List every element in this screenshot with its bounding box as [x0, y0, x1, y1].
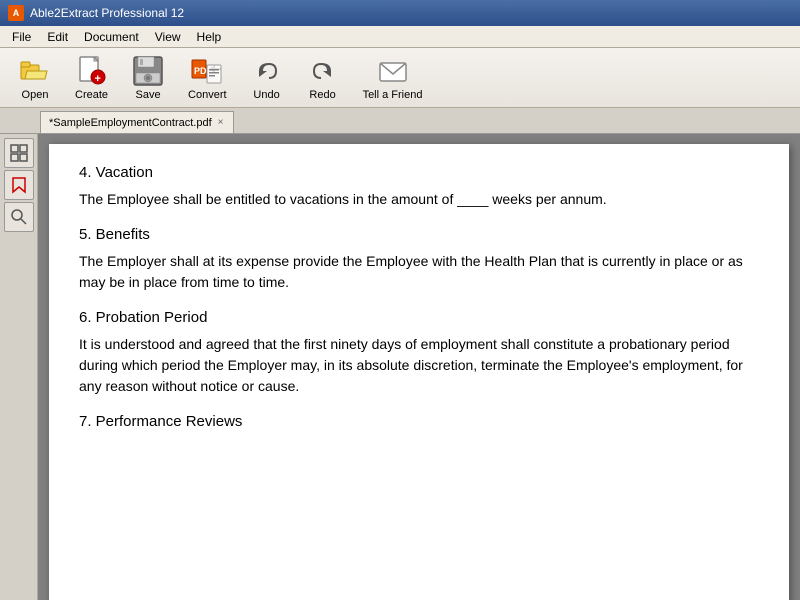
menu-help[interactable]: Help — [189, 28, 230, 46]
doc-area[interactable]: 4. Vacation The Employee shall be entitl… — [38, 134, 800, 600]
para-probation: It is understood and agreed that the fir… — [79, 334, 759, 397]
redo-icon — [307, 55, 339, 87]
section-vacation: 4. Vacation The Employee shall be entitl… — [79, 164, 759, 210]
title-bar-text: Able2Extract Professional 12 — [30, 6, 184, 20]
open-label: Open — [22, 89, 49, 101]
tab-close-button[interactable]: × — [216, 117, 226, 128]
main-area: 4. Vacation The Employee shall be entitl… — [0, 134, 800, 600]
tab-label: *SampleEmploymentContract.pdf — [49, 117, 212, 129]
open-button[interactable]: Open — [8, 52, 62, 104]
document-tab[interactable]: *SampleEmploymentContract.pdf × — [40, 111, 234, 133]
save-icon — [132, 55, 164, 87]
create-label: Create — [75, 89, 108, 101]
undo-icon — [251, 55, 283, 87]
section-probation: 6. Probation Period It is understood and… — [79, 309, 759, 397]
title-bar: A Able2Extract Professional 12 — [0, 0, 800, 26]
tell-friend-icon — [377, 55, 409, 87]
tell-friend-button[interactable]: Tell a Friend — [352, 52, 434, 104]
menu-view[interactable]: View — [147, 28, 189, 46]
heading-benefits: 5. Benefits — [79, 226, 759, 243]
convert-label: Convert — [188, 89, 227, 101]
tab-bar: *SampleEmploymentContract.pdf × — [0, 108, 800, 134]
doc-page: 4. Vacation The Employee shall be entitl… — [49, 144, 789, 600]
undo-button[interactable]: Undo — [240, 52, 294, 104]
heading-vacation: 4. Vacation — [79, 164, 759, 181]
redo-button[interactable]: Redo — [296, 52, 350, 104]
menu-bar: File Edit Document View Help — [0, 26, 800, 48]
app-icon: A — [8, 5, 24, 21]
left-panel — [0, 134, 38, 600]
menu-document[interactable]: Document — [76, 28, 147, 46]
redo-label: Redo — [309, 89, 335, 101]
tell-friend-label: Tell a Friend — [363, 89, 423, 101]
open-icon — [19, 55, 51, 87]
heading-performance: 7. Performance Reviews — [79, 413, 759, 430]
panel-grid-button[interactable] — [4, 138, 34, 168]
panel-search-button[interactable] — [4, 202, 34, 232]
menu-file[interactable]: File — [4, 28, 39, 46]
menu-edit[interactable]: Edit — [39, 28, 76, 46]
convert-icon: PDF — [191, 55, 223, 87]
undo-label: Undo — [253, 89, 279, 101]
svg-text:+: + — [94, 73, 100, 85]
toolbar: Open + Create Save — [0, 48, 800, 108]
section-performance: 7. Performance Reviews — [79, 413, 759, 430]
para-benefits: The Employer shall at its expense provid… — [79, 251, 759, 293]
para-vacation: The Employee shall be entitled to vacati… — [79, 189, 759, 210]
create-button[interactable]: + Create — [64, 52, 119, 104]
section-benefits: 5. Benefits The Employer shall at its ex… — [79, 226, 759, 293]
save-button[interactable]: Save — [121, 52, 175, 104]
heading-probation: 6. Probation Period — [79, 309, 759, 326]
convert-button[interactable]: PDF Convert — [177, 52, 238, 104]
panel-bookmark-button[interactable] — [4, 170, 34, 200]
save-label: Save — [135, 89, 160, 101]
create-icon: + — [76, 55, 108, 87]
